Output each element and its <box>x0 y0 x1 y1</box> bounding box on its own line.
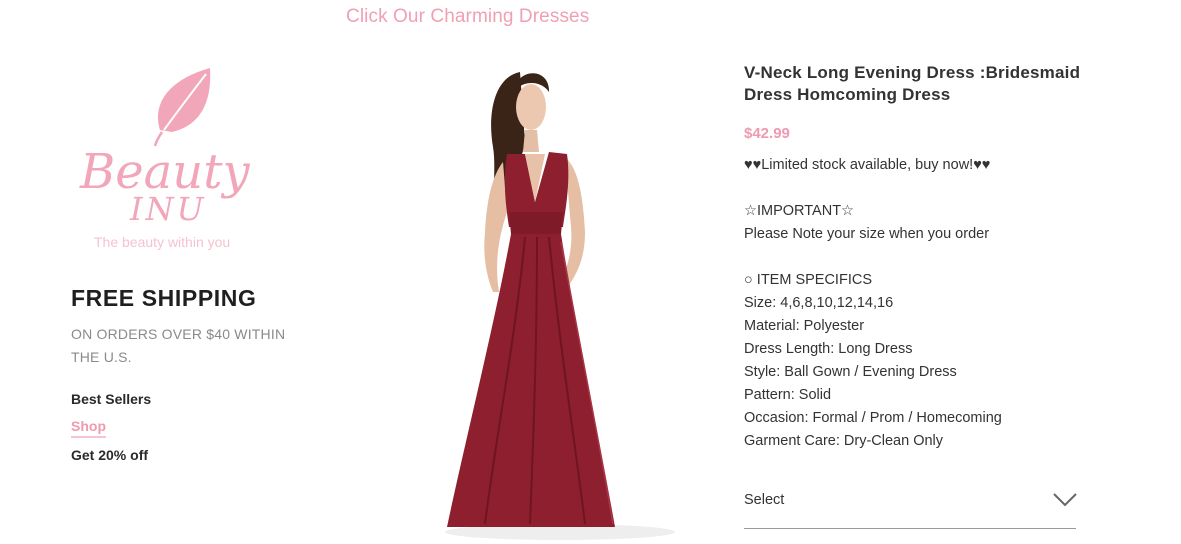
shop-link[interactable]: Shop <box>71 416 106 438</box>
get-20-off-link[interactable]: Get 20% off <box>71 442 148 469</box>
best-sellers-link[interactable]: Best Sellers <box>71 386 151 413</box>
spec-garment-care: Garment Care: Dry-Clean Only <box>744 433 944 449</box>
important-note: Please Note your size when you order <box>744 226 990 242</box>
stock-note: ♥♥Limited stock available, buy now!♥♥ <box>744 157 991 173</box>
product-title: V-Neck Long Evening Dress :Bridesmaid Dr… <box>744 63 1081 104</box>
variant-select[interactable]: Select <box>744 480 1077 529</box>
spec-occasion: Occasion: Formal / Prom / Homecoming <box>744 410 1002 426</box>
spec-style: Style: Ball Gown / Evening Dress <box>744 364 957 380</box>
free-shipping-subtitle: ON ORDERS OVER $40 WITHIN THE U.S. <box>71 326 286 365</box>
important-label: ☆IMPORTANT☆ <box>744 203 855 219</box>
spec-pattern: Pattern: Solid <box>744 387 832 403</box>
spec-size: Size: 4,6,8,10,12,14,16 <box>744 295 894 311</box>
spec-dress-length: Dress Length: Long Dress <box>744 341 913 357</box>
product-description: ♥♥Limited stock available, buy now!♥♥ ☆I… <box>744 154 1084 453</box>
select-label: Select <box>744 492 785 508</box>
brand-logo[interactable]: Beauty INU The beauty within you <box>72 60 282 260</box>
charming-dresses-link[interactable]: Click Our Charming Dresses <box>346 6 589 28</box>
product-details: V-Neck Long Evening Dress :Bridesmaid Dr… <box>744 62 1084 453</box>
specifics-heading: ○ ITEM SPECIFICS <box>744 272 872 288</box>
dress-model-image <box>445 72 675 540</box>
sidebar-links: Best Sellers Shop Get 20% off <box>71 386 151 469</box>
product-page: Click Our Charming Dresses Beauty INU Th… <box>0 0 1181 544</box>
product-price: $42.99 <box>744 125 790 142</box>
chevron-down-icon <box>1053 493 1077 507</box>
free-shipping-title: FREE SHIPPING <box>71 285 257 311</box>
spec-material: Material: Polyester <box>744 318 865 334</box>
leaf-logo-icon: Beauty INU The beauty within you <box>79 68 251 250</box>
product-image[interactable] <box>425 62 695 544</box>
svg-text:The beauty within you: The beauty within you <box>94 234 230 250</box>
svg-text:INU: INU <box>129 190 207 228</box>
